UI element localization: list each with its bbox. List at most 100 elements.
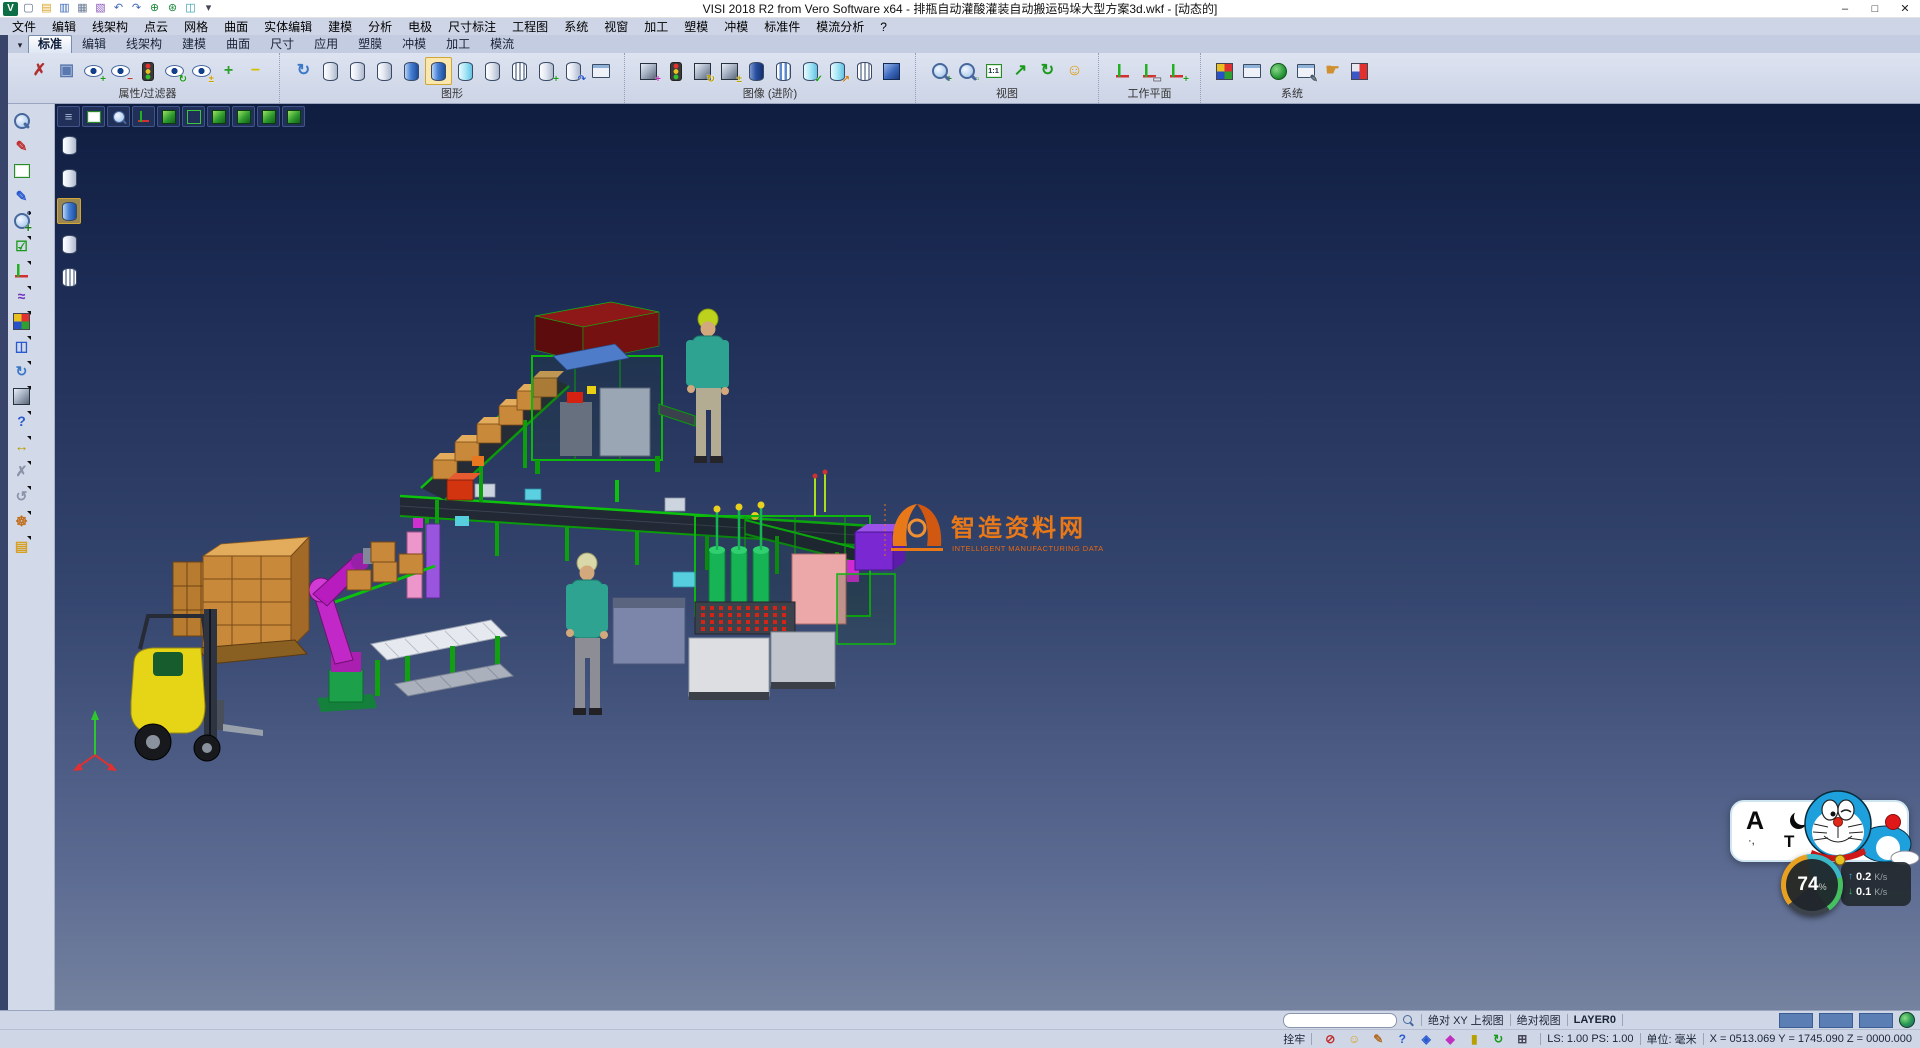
menu-item[interactable]: 冲模 <box>716 18 756 35</box>
help-status-icon[interactable]: ? <box>1390 1030 1414 1048</box>
tab-modeling[interactable]: 建模 <box>172 35 216 53</box>
view-front-icon[interactable] <box>207 106 230 127</box>
view-menu-icon[interactable]: ≡ <box>57 106 80 127</box>
menu-item[interactable]: 实体编辑 <box>256 18 320 35</box>
tab-mold[interactable]: 塑膜 <box>348 35 392 53</box>
panel-config-icon[interactable]: ✎ <box>1292 57 1319 85</box>
zoom-1-1-icon[interactable]: 1:1 <box>980 57 1007 85</box>
attributes-brush-icon[interactable] <box>10 309 33 333</box>
menu-item[interactable]: 曲面 <box>216 18 256 35</box>
shaded-icon[interactable] <box>398 57 425 85</box>
add-shade-icon[interactable]: + <box>533 57 560 85</box>
solid-cube-icon[interactable] <box>878 57 905 85</box>
tab-die[interactable]: 冲模 <box>392 35 436 53</box>
menu-item[interactable]: 分析 <box>360 18 400 35</box>
shaded-cube-icon[interactable] <box>10 384 33 408</box>
color-table-icon[interactable] <box>1211 57 1238 85</box>
zoom-select-icon[interactable]: + <box>10 209 33 233</box>
menu-item[interactable]: 加工 <box>636 18 676 35</box>
user-icon[interactable]: ☺ <box>1342 1030 1366 1048</box>
menu-item[interactable]: 系统 <box>556 18 596 35</box>
globe-icon[interactable]: ⊕ <box>147 2 162 16</box>
flat-shaded-icon[interactable] <box>479 57 506 85</box>
abs-view-mode[interactable]: 绝对 XY 上视图 <box>1428 1012 1504 1028</box>
undo-icon[interactable]: ↶ <box>111 2 126 16</box>
menu-item[interactable]: 网格 <box>176 18 216 35</box>
tab-surface[interactable]: 曲面 <box>216 35 260 53</box>
spline-edit-icon[interactable]: ≈ <box>10 284 33 308</box>
validate-icon[interactable]: ☑ <box>10 234 33 258</box>
grid-settings-icon[interactable] <box>1346 57 1373 85</box>
status-search-input[interactable] <box>1283 1013 1397 1028</box>
refresh-view-icon[interactable]: ↻ <box>10 359 33 383</box>
new-file-icon[interactable]: ▢ <box>21 2 36 16</box>
export-folder-icon[interactable]: ▤ <box>10 534 33 558</box>
refresh-visibility-icon[interactable]: ↻ <box>161 57 188 85</box>
menu-item[interactable]: 文件 <box>4 18 44 35</box>
view-right-icon[interactable] <box>232 106 255 127</box>
options-wheel-icon[interactable]: ☸ <box>10 509 33 533</box>
wcs-icon[interactable] <box>10 259 33 283</box>
app-logo[interactable]: V <box>3 2 18 16</box>
barrel-icon[interactable] <box>743 57 770 85</box>
curve-edit-icon[interactable]: ✎ <box>10 184 33 208</box>
rotate-view-icon[interactable]: ↻ <box>1034 57 1061 85</box>
toggle-visibility-icon[interactable]: ± <box>188 57 215 85</box>
hidden-line-icon[interactable] <box>344 57 371 85</box>
layers-icon[interactable]: ◈ <box>1414 1030 1438 1048</box>
zoom-view-icon[interactable] <box>107 106 130 127</box>
open-file-icon[interactable]: ▤ <box>39 2 54 16</box>
view-face-icon[interactable]: ☺ <box>1061 57 1088 85</box>
undo-icon[interactable]: ↺ <box>10 484 33 508</box>
hidden-dashed-icon[interactable] <box>371 57 398 85</box>
validate-image-icon[interactable]: ✓ <box>797 57 824 85</box>
strip-hatch-icon[interactable] <box>57 264 81 290</box>
window-grid-icon[interactable]: ◫ <box>10 334 33 358</box>
view-preset-1[interactable] <box>1779 1013 1813 1028</box>
fit-frame-icon[interactable] <box>10 159 33 183</box>
maximize-button[interactable]: □ <box>1860 0 1890 17</box>
hide-entities-icon[interactable]: − <box>107 57 134 85</box>
menu-item[interactable]: 点云 <box>136 18 176 35</box>
view-iso-icon[interactable] <box>182 106 205 127</box>
image-refresh-icon[interactable]: ↻ <box>689 57 716 85</box>
shade-rotate-icon[interactable]: ↷ <box>560 57 587 85</box>
filter-traffic-icon[interactable] <box>134 57 161 85</box>
render-options-icon[interactable] <box>587 57 614 85</box>
close-button[interactable]: ✕ <box>1890 0 1920 17</box>
image-filter-icon[interactable] <box>662 57 689 85</box>
system-settings-icon[interactable] <box>1265 57 1292 85</box>
tab-flow[interactable]: 模流 <box>480 35 524 53</box>
wireframe-icon[interactable] <box>317 57 344 85</box>
status-globe-icon[interactable] <box>1899 1012 1915 1028</box>
view-sw-icon[interactable] <box>282 106 305 127</box>
network-speed-panel[interactable]: ↑ 0.2K/s ↓ 0.1K/s <box>1841 862 1911 906</box>
attributes-copy-icon[interactable]: ▣ <box>53 57 80 85</box>
attributes-delete-icon[interactable]: ✗ <box>26 57 53 85</box>
regen-view-icon[interactable]: ↻ <box>290 57 317 85</box>
workplane-view-icon[interactable]: + <box>1163 57 1190 85</box>
abs-view[interactable]: 绝对视图 <box>1517 1012 1561 1028</box>
help-icon[interactable]: ? <box>10 409 33 433</box>
viewport-icon[interactable]: ⊞ <box>1510 1030 1534 1048</box>
menu-item[interactable]: 工程图 <box>504 18 556 35</box>
tab-standard[interactable]: 标准 <box>28 35 72 53</box>
menu-item[interactable]: 编辑 <box>44 18 84 35</box>
view-left-icon[interactable] <box>257 106 280 127</box>
menu-item[interactable]: 线架构 <box>84 18 136 35</box>
search-icon[interactable] <box>1401 1013 1415 1027</box>
strip-shaded-icon[interactable] <box>57 198 81 224</box>
view-top-icon[interactable] <box>157 106 180 127</box>
menu-item[interactable]: 标准件 <box>756 18 808 35</box>
active-layer[interactable]: LAYER0 <box>1574 1014 1616 1026</box>
menu-item[interactable]: 电极 <box>400 18 440 35</box>
menu-item[interactable]: ? <box>872 20 895 34</box>
tab-menu-button[interactable]: ▾ <box>12 38 28 53</box>
zoom-extents-icon[interactable]: ↗ <box>1007 57 1034 85</box>
save-icon[interactable]: ▥ <box>57 2 72 16</box>
menu-item[interactable]: 视窗 <box>596 18 636 35</box>
view-preset-2[interactable] <box>1819 1013 1853 1028</box>
show-entities-icon[interactable]: + <box>80 57 107 85</box>
hide-all-icon[interactable]: − <box>242 57 269 85</box>
menu-item[interactable]: 尺寸标注 <box>440 18 504 35</box>
